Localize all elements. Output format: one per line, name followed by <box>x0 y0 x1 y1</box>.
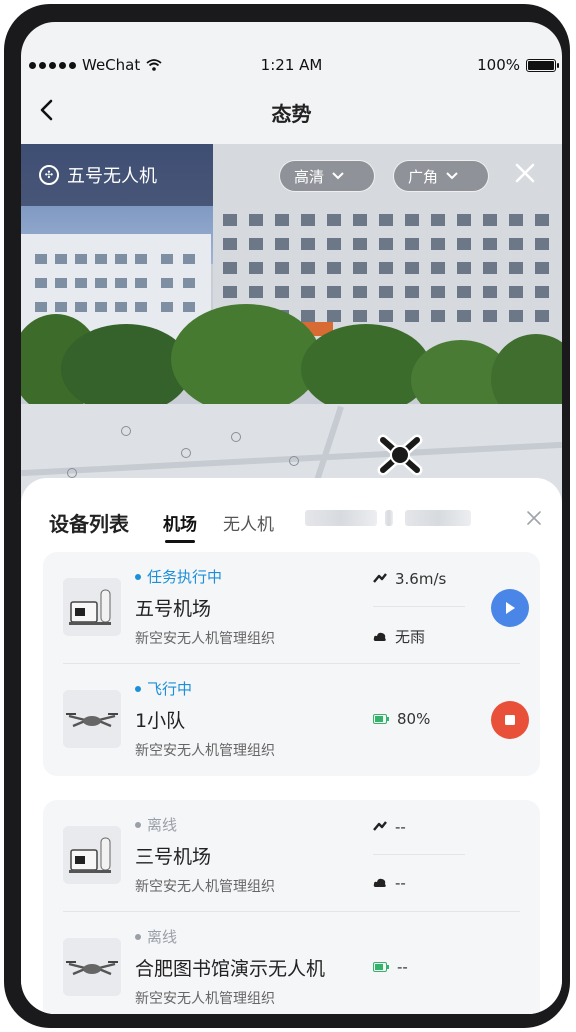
sheet-title: 设备列表 <box>49 512 129 536</box>
battery-icon <box>526 58 559 72</box>
device-row[interactable]: 任务执行中五号机场新空安无人机管理组织 3.6m/s 无雨 <box>43 552 540 664</box>
quality-select[interactable]: 高清 <box>279 160 375 192</box>
metric-value: -- <box>397 958 408 976</box>
status-dot-icon <box>135 685 141 692</box>
status-text: 飞行中 <box>147 680 193 698</box>
device-name: 三号机场 <box>135 846 212 868</box>
device-row[interactable]: 离线合肥图书馆演示无人机新空安无人机管理组织 -- <box>43 912 540 1014</box>
battery-icon <box>373 962 389 972</box>
weather-icon <box>373 631 387 643</box>
metric-divider <box>373 854 465 855</box>
close-icon <box>527 511 541 525</box>
wind-icon <box>373 573 387 585</box>
map-poi <box>181 448 194 458</box>
weather: 无雨 <box>373 626 425 647</box>
weather-icon <box>373 877 387 889</box>
wind-speed: 3.6m/s <box>373 570 446 588</box>
dock-thumbnail <box>63 578 121 636</box>
lens-select[interactable]: 广角 <box>393 160 489 192</box>
device-status: 离线 <box>135 814 177 835</box>
metric-divider <box>373 606 465 607</box>
device-org: 新空安无人机管理组织 <box>135 879 275 895</box>
metric-value: -- <box>395 818 406 836</box>
dock-thumbnail <box>63 826 121 884</box>
quality-label: 高清 <box>294 167 325 186</box>
close-video-button[interactable] <box>510 158 540 188</box>
tab-drone[interactable]: 无人机 <box>223 510 274 535</box>
play-icon <box>506 602 515 614</box>
device-name: 五号机场 <box>135 598 212 620</box>
status-dot-icon <box>135 821 141 828</box>
live-video-feed[interactable]: ✣ 五号无人机 高清 广角 <box>21 144 562 404</box>
chevron-down-icon <box>446 172 458 180</box>
device-name: 1小队 <box>135 710 186 732</box>
status-text: 离线 <box>147 928 178 946</box>
close-icon <box>515 163 535 183</box>
chevron-down-icon <box>332 172 344 180</box>
video-trees <box>21 304 562 404</box>
play-video-button[interactable] <box>491 589 529 627</box>
status-dot-icon <box>135 933 141 940</box>
device-group-card: 离线 三号机场 新空安无人机管理组织 -- -- 离线 合肥图书馆演示无人机 新空安无人机管理… <box>43 800 540 1014</box>
drone-thumbnail <box>63 938 121 996</box>
nav-bar: 态势 <box>21 86 562 140</box>
battery-level: -- <box>373 958 408 976</box>
close-sheet-button[interactable] <box>524 508 544 528</box>
battery-level: 80% <box>373 710 430 728</box>
sheet-header: 设备列表 机场 无人机 <box>21 478 562 552</box>
map-poi <box>231 432 244 442</box>
map-poi <box>289 456 302 466</box>
blurred-tab <box>385 510 393 526</box>
wind-icon <box>373 821 387 833</box>
device-row[interactable]: 离线三号机场新空安无人机管理组织 -- -- <box>43 800 540 912</box>
metric-value: -- <box>395 874 406 892</box>
battery-percent: 100% <box>477 56 520 74</box>
metric-value: 无雨 <box>395 628 426 646</box>
device-status: 飞行中 <box>135 678 192 699</box>
blurred-tab[interactable] <box>405 510 471 526</box>
device-name: 合肥图书馆演示无人机 <box>135 958 326 980</box>
device-status: 任务执行中 <box>135 566 222 587</box>
current-drone-label: 五号无人机 <box>67 166 157 187</box>
wind-speed: -- <box>373 818 406 836</box>
drone-thumbnail <box>63 690 121 748</box>
device-row[interactable]: 飞行中 1小队新空安无人机管理组织 80% <box>43 664 540 776</box>
device-org: 新空安无人机管理组织 <box>135 991 275 1007</box>
device-status: 离线 <box>135 926 177 947</box>
blurred-tab[interactable] <box>305 510 377 526</box>
device-list-sheet: 设备列表 机场 无人机 任务执行中五号机场新空安无人机管理组织 3.6m/s 无雨飞… <box>21 478 562 1014</box>
metric-value: 3.6m/s <box>395 570 447 588</box>
status-dot-icon <box>135 573 141 580</box>
map-poi <box>67 468 80 478</box>
weather: -- <box>373 874 406 892</box>
current-drone-badge[interactable]: ✣ 五号无人机 <box>21 144 213 206</box>
battery-status: 100% <box>477 56 559 74</box>
tab-dock[interactable]: 机场 <box>163 510 197 543</box>
map-poi <box>121 426 134 436</box>
status-text: 任务执行中 <box>147 568 223 586</box>
metric-value: 80% <box>397 710 431 728</box>
device-org: 新空安无人机管理组织 <box>135 631 275 647</box>
phone-screen: WeChat 1:21 AM 100% 态势 ✣ 五号无人机 高清 广角 设备列… <box>21 22 562 1014</box>
phone-frame: WeChat 1:21 AM 100% 态势 ✣ 五号无人机 高清 广角 设备列… <box>4 4 570 1028</box>
stop-button[interactable] <box>491 701 529 739</box>
battery-icon <box>373 714 389 724</box>
device-group-card: 任务执行中 五号机场 新空安无人机管理组织 3.6m/s 无雨 飞行中 1小队 新空安无人机管… <box>43 552 540 776</box>
drone-icon: ✣ <box>39 165 59 185</box>
lens-label: 广角 <box>408 167 439 186</box>
page-title: 态势 <box>271 102 312 126</box>
status-text: 离线 <box>147 816 178 834</box>
status-bar: WeChat 1:21 AM 100% <box>21 52 562 78</box>
device-org: 新空安无人机管理组织 <box>135 743 275 759</box>
stop-icon <box>505 715 515 725</box>
drone-location-marker-icon[interactable] <box>369 424 431 486</box>
